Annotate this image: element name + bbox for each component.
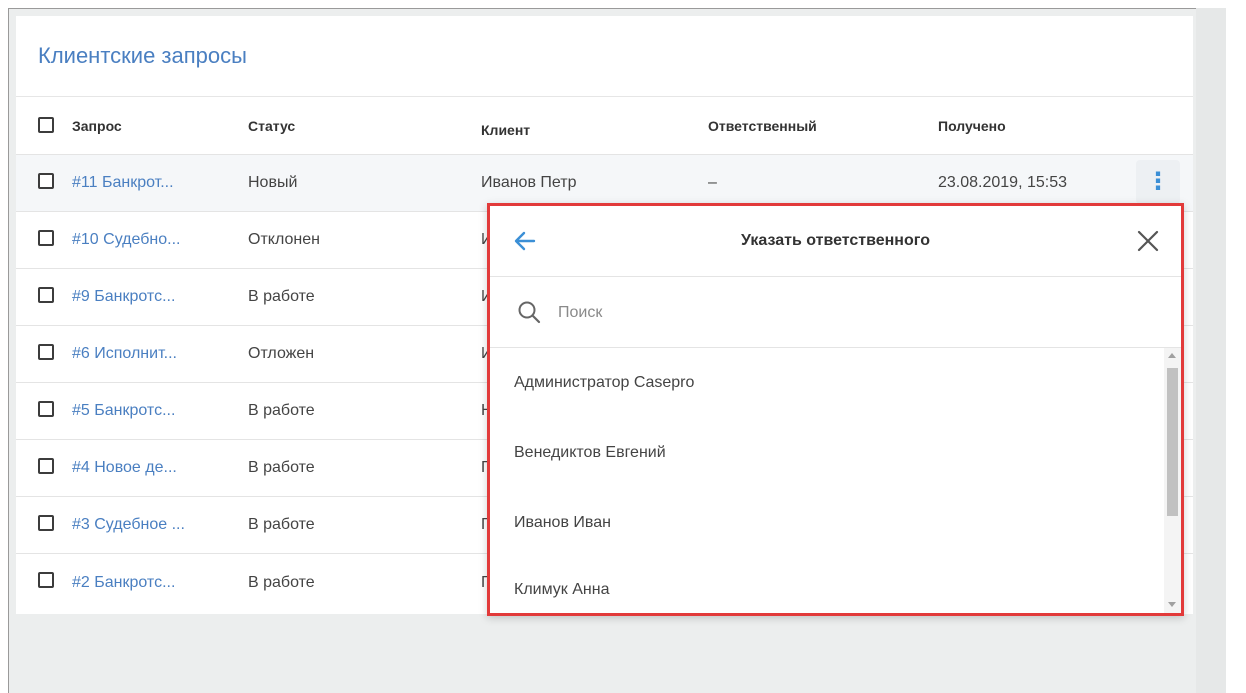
table-header: Запрос Статус Клиент Ответственный Получ… — [16, 97, 1193, 155]
right-panel-edge — [1196, 8, 1246, 693]
status-cell: В работе — [248, 402, 315, 419]
popup-header: Указать ответственного — [490, 206, 1181, 277]
assign-responsible-popup: Указать ответственного Администратор Cas… — [487, 203, 1184, 616]
search-bar — [490, 277, 1181, 348]
user-list-item[interactable]: Иванов Иван — [514, 511, 611, 535]
scrollbar-thumb[interactable] — [1167, 368, 1178, 516]
status-cell: В работе — [248, 288, 315, 305]
scroll-down-arrow-icon[interactable] — [1168, 602, 1176, 607]
status-cell: В работе — [248, 459, 315, 476]
status-cell: Отложен — [248, 345, 315, 362]
user-list-scrollbar[interactable] — [1164, 348, 1181, 613]
status-cell: Отклонен — [248, 231, 320, 248]
kebab-vertical-icon[interactable]: ⋮ — [1136, 160, 1180, 204]
request-link[interactable]: #2 Банкротс... — [72, 554, 175, 611]
row-checkbox[interactable] — [38, 230, 54, 246]
scroll-up-arrow-icon[interactable] — [1168, 353, 1176, 358]
header-responsible[interactable]: Ответственный — [708, 97, 817, 154]
request-link[interactable]: #11 Банкрот... — [72, 155, 174, 211]
row-checkbox[interactable] — [38, 401, 54, 417]
request-link[interactable]: #5 Банкротс... — [72, 383, 175, 439]
row-checkbox[interactable] — [38, 173, 54, 189]
search-icon — [518, 301, 541, 324]
status-cell: Новый — [248, 174, 298, 191]
request-link[interactable]: #9 Банкротс... — [72, 269, 175, 325]
request-link[interactable]: #4 Новое де... — [72, 440, 177, 496]
header-received[interactable]: Получено — [938, 97, 1006, 154]
row-checkbox[interactable] — [38, 515, 54, 531]
search-input[interactable] — [556, 295, 1120, 331]
select-all-checkbox[interactable] — [38, 117, 54, 133]
header-request[interactable]: Запрос — [72, 97, 122, 154]
row-checkbox[interactable] — [38, 572, 54, 588]
status-cell: В работе — [248, 573, 315, 591]
request-link[interactable]: #10 Судебно... — [72, 212, 180, 268]
user-list-item[interactable]: Венедиктов Евгений — [514, 441, 666, 465]
popup-title: Указать ответственного — [741, 232, 930, 249]
row-checkbox[interactable] — [38, 458, 54, 474]
page-title: Клиентские запросы — [38, 43, 247, 68]
row-checkbox[interactable] — [38, 287, 54, 303]
user-list: Администратор Casepro Венедиктов Евгений… — [490, 348, 1163, 613]
user-list-item[interactable]: Администратор Casepro — [514, 371, 694, 395]
status-cell: В работе — [248, 516, 315, 533]
request-link[interactable]: #3 Судебное ... — [72, 497, 185, 553]
request-link[interactable]: #6 Исполнит... — [72, 326, 177, 382]
row-checkbox[interactable] — [38, 344, 54, 360]
user-list-item[interactable]: Климук Анна — [514, 578, 609, 602]
close-icon[interactable] — [1135, 228, 1161, 254]
header-status[interactable]: Статус — [248, 97, 295, 154]
header-client[interactable]: Клиент — [481, 101, 530, 158]
